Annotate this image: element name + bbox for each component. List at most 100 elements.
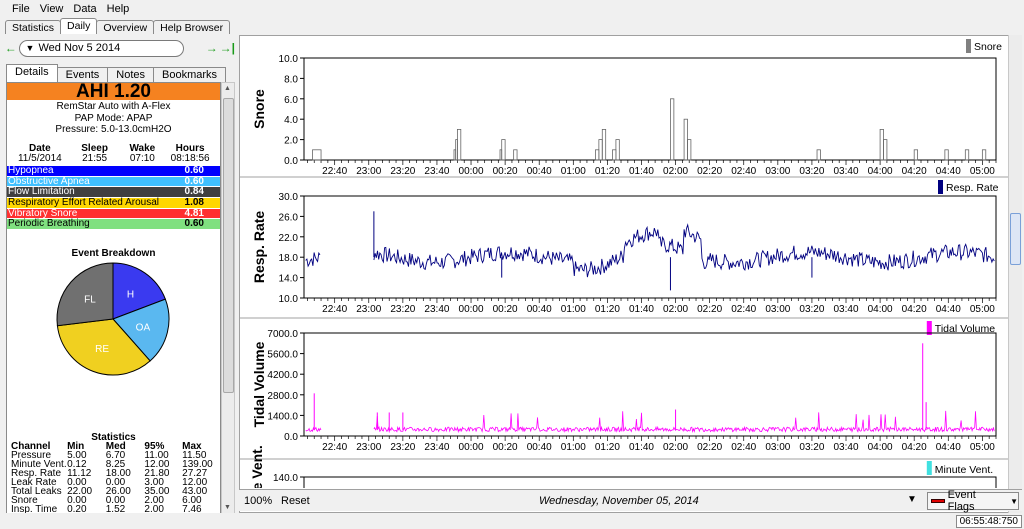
y-tick-label: 30.0	[279, 192, 299, 203]
x-tick-label: 00:20	[493, 304, 518, 315]
x-tick-label: 01:40	[629, 304, 654, 315]
x-tick-label: 23:40	[424, 166, 449, 177]
x-tick-label: 22:40	[322, 166, 347, 177]
legend-swatch	[966, 39, 971, 53]
snore-bar	[598, 139, 603, 161]
graph-scrollbar[interactable]	[1008, 35, 1022, 513]
graph-legend: Resp. Rate	[946, 182, 999, 194]
event-name: Obstructive Apnea	[8, 175, 90, 187]
event-value: 4.81	[184, 207, 204, 219]
y-tick-label: 0.0	[284, 156, 298, 167]
dropdown-triangle-icon[interactable]: ▼	[907, 494, 917, 505]
x-tick-label: 01:00	[561, 166, 586, 177]
tab-details[interactable]: Details	[6, 64, 58, 82]
x-tick-label: 00:40	[527, 166, 552, 177]
event-flags-label: Event Flags	[947, 489, 976, 513]
x-tick-label: 03:20	[799, 166, 824, 177]
x-tick-label: 02:20	[697, 442, 722, 453]
y-tick-label: 2800.0	[267, 391, 298, 402]
tab-statistics[interactable]: Statistics	[5, 20, 62, 34]
jump-to-last-icon[interactable]: →|	[219, 41, 235, 55]
event-value: 1.08	[184, 197, 204, 209]
legend-swatch	[938, 180, 943, 194]
graph-scrollbar-thumb[interactable]	[1010, 213, 1021, 265]
x-tick-label: 03:00	[765, 166, 790, 177]
y-tick-label: 2.0	[284, 136, 298, 147]
y-tick-label: 0.0	[284, 432, 298, 443]
snore-bar	[615, 139, 620, 161]
y-tick-label: 140.0	[273, 473, 298, 484]
x-tick-label: 22:40	[322, 442, 347, 453]
event-row-periodic-breathing[interactable]: Periodic Breathing 0.60	[7, 219, 220, 231]
snore-bar	[879, 129, 884, 161]
x-tick-label: 02:20	[697, 166, 722, 177]
menu-help[interactable]: Help	[107, 3, 130, 15]
pie-label: H	[127, 290, 134, 301]
x-tick-label: 01:00	[561, 304, 586, 315]
x-tick-label: 04:20	[902, 304, 927, 315]
x-tick-label: 03:00	[765, 442, 790, 453]
clock-readout: 06:55:48:750	[955, 515, 1022, 528]
tab-overview[interactable]: Overview	[96, 20, 155, 34]
x-tick-label: 02:00	[663, 304, 688, 315]
graph-ylabel: Resp. Rate	[251, 211, 267, 284]
daily-graphs[interactable]: Snore Snore 10.0 8.0 6.0 4.0 2.0 0.0 22:40 23:00 2…	[240, 36, 1008, 528]
summary-date: 11/5/2014	[17, 153, 62, 164]
plot-frame	[303, 195, 997, 299]
tab-help-browser[interactable]: Help Browser	[153, 20, 231, 34]
event-value: 0.60	[184, 165, 204, 176]
snore-bar	[612, 149, 617, 161]
scrollbar-thumb[interactable]	[223, 98, 234, 393]
menu-view[interactable]: View	[40, 3, 64, 15]
arrow-left-icon[interactable]: ←	[3, 41, 19, 55]
dropdown-triangle-icon[interactable]: ▼	[26, 43, 35, 53]
event-flags-dropdown[interactable]: Event Flags ▼	[927, 489, 1019, 513]
graph-1: Resp. Rate Resp. Rate 30.0 26.0 22.0 18.0 14.0…	[240, 176, 1008, 315]
plot-frame	[303, 476, 997, 497]
summary-wake: 07:10	[129, 153, 155, 164]
y-tick-label: 7000.0	[267, 329, 298, 340]
x-tick-label: 00:00	[459, 442, 484, 453]
menu-data[interactable]: Data	[73, 3, 96, 15]
statistics-table: Channel Min Med 95% Max Pressure 5.00 6.70 11.00…	[11, 442, 216, 514]
x-tick-label: 01:00	[561, 442, 586, 453]
plot-frame	[303, 332, 997, 437]
snore-bar	[981, 149, 987, 161]
tab-notes[interactable]: Notes	[107, 67, 155, 82]
event-flag-icon	[931, 499, 945, 503]
selected-date: Wed Nov 5 2014	[38, 42, 121, 54]
menu-file[interactable]: File	[12, 3, 30, 15]
scroll-down-icon[interactable]: ▼	[224, 504, 231, 511]
summary-hours: 08:18:56	[170, 153, 210, 164]
details-scrollbar[interactable]: ▲ ▼	[221, 82, 235, 514]
left-panel: ← ▼ Wed Nov 5 2014 → →| Details Events N…	[3, 35, 235, 514]
arrow-right-icon[interactable]: →	[204, 41, 220, 55]
tab-bookmarks[interactable]: Bookmarks	[153, 67, 227, 82]
y-tick-label: 10.0	[279, 294, 299, 305]
scroll-up-icon[interactable]: ▲	[224, 85, 231, 92]
pap-mode: PAP Mode: APAP	[74, 112, 153, 124]
tab-daily[interactable]: Daily	[60, 18, 98, 34]
reset-button[interactable]: Reset	[281, 495, 310, 507]
date-picker[interactable]: ▼ Wed Nov 5 2014	[18, 39, 184, 57]
x-tick-label: 23:00	[356, 442, 381, 453]
y-tick-label: 6.0	[284, 95, 298, 106]
zoom-level: 100%	[244, 495, 273, 507]
x-tick-label: 00:20	[493, 442, 518, 453]
x-tick-label: 05:00	[970, 166, 995, 177]
snore-bar	[683, 118, 688, 161]
graph-ylabel: Minute Vent.	[249, 445, 265, 488]
y-tick-label: 18.0	[279, 253, 299, 264]
y-tick-label: 4200.0	[267, 370, 298, 381]
chevron-down-icon: ▼	[1010, 496, 1018, 506]
x-tick-label: 03:00	[765, 304, 790, 315]
main-tabs: Statistics Daily Overview Help Browser	[0, 17, 1024, 34]
x-tick-label: 02:00	[663, 442, 688, 453]
x-tick-label: 22:40	[322, 304, 347, 315]
x-tick-label: 23:20	[390, 304, 415, 315]
summary-sleep: 21:55	[82, 153, 108, 164]
x-tick-label: 02:40	[731, 442, 756, 453]
x-tick-label: 01:20	[595, 304, 620, 315]
tab-events[interactable]: Events	[56, 67, 109, 82]
x-tick-label: 04:40	[936, 166, 961, 177]
